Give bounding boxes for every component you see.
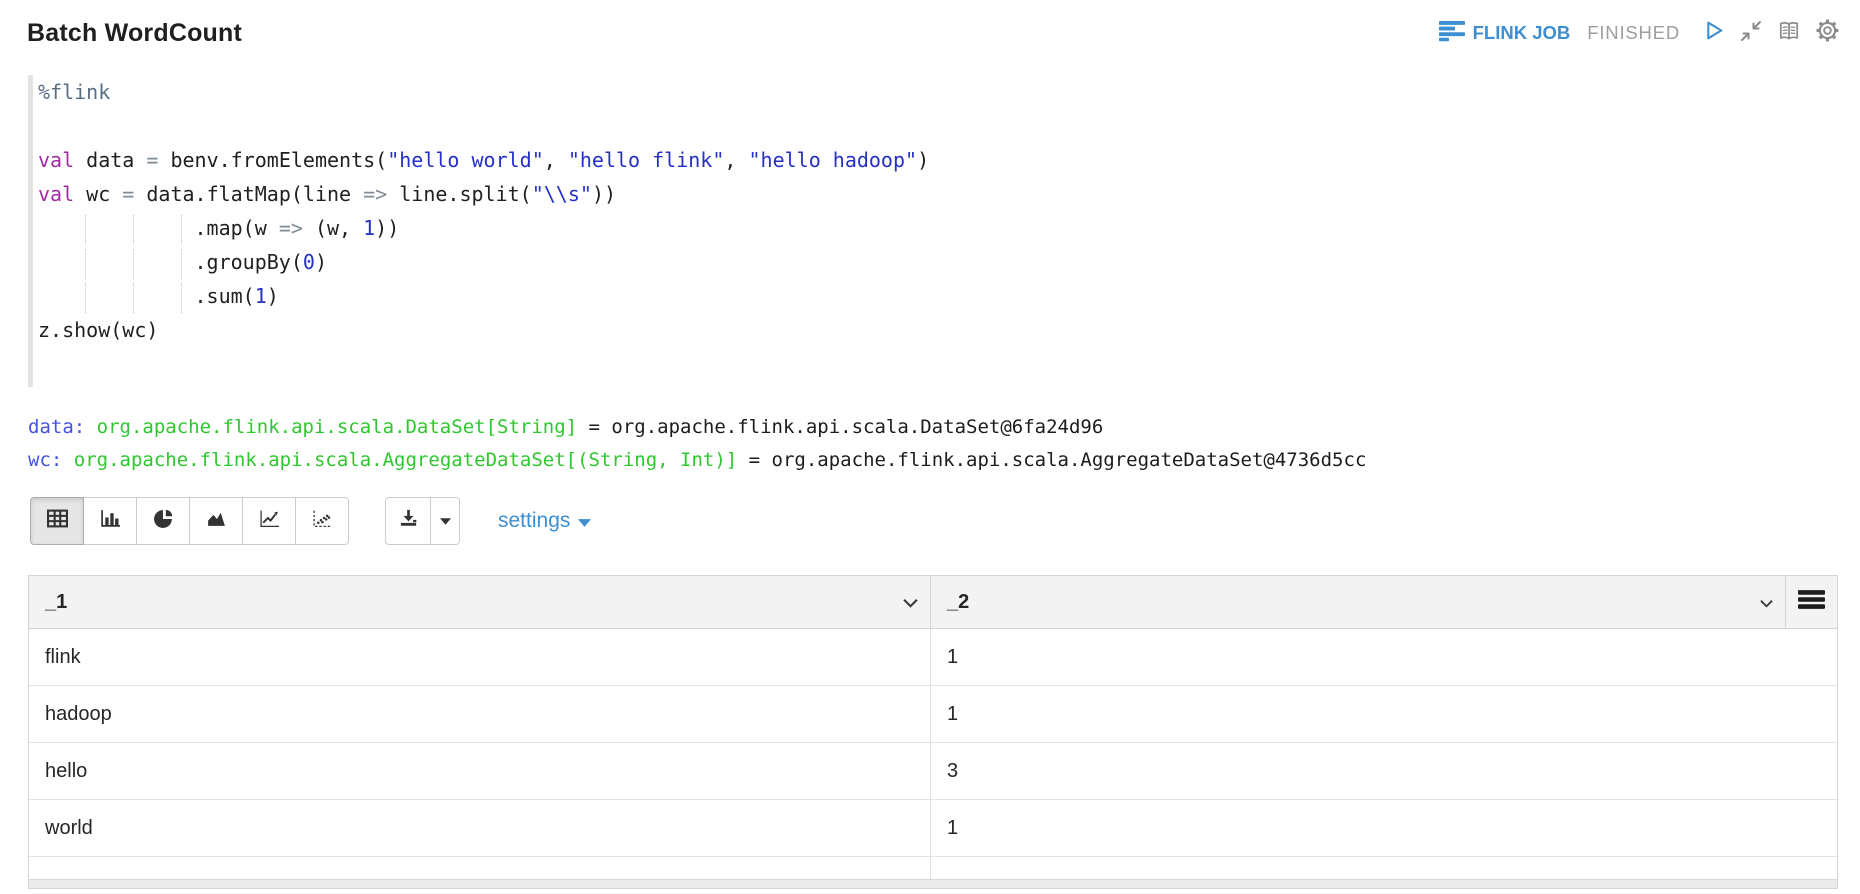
horizontal-scrollbar[interactable] bbox=[29, 879, 1837, 888]
download-icon bbox=[397, 507, 420, 535]
flink-job-icon bbox=[1439, 20, 1465, 47]
area-chart-button[interactable] bbox=[189, 497, 243, 545]
bar-chart-button[interactable] bbox=[83, 497, 137, 545]
settings-dropdown[interactable]: settings bbox=[498, 509, 591, 533]
gear-icon bbox=[1815, 18, 1840, 48]
paragraph-controls: FLINK JOB FINISHED bbox=[1439, 18, 1840, 48]
cell-count: 1 bbox=[931, 629, 1837, 685]
column-header-1[interactable]: _1 bbox=[29, 576, 931, 628]
area-chart-icon bbox=[206, 509, 227, 533]
bar-chart-icon bbox=[100, 509, 121, 533]
pie-chart-button[interactable] bbox=[136, 497, 190, 545]
caret-down-icon bbox=[578, 509, 591, 533]
flink-job-link[interactable]: FLINK JOB bbox=[1439, 20, 1571, 47]
table-icon bbox=[47, 509, 68, 533]
chart-type-toolbar: settings bbox=[30, 497, 1836, 545]
paragraph-settings-button[interactable] bbox=[1815, 18, 1840, 48]
result-table: _1 _2 flink1hadoop1hello3 bbox=[28, 575, 1838, 889]
download-group bbox=[385, 497, 460, 545]
settings-label: settings bbox=[498, 509, 570, 533]
flink-job-label: FLINK JOB bbox=[1473, 22, 1571, 44]
table-row: hadoop1 bbox=[29, 686, 1837, 743]
code-lines: %flink val data = benv.fromElements("hel… bbox=[38, 75, 1836, 347]
caret-down-icon bbox=[440, 512, 451, 530]
download-caret-button[interactable] bbox=[430, 497, 460, 545]
paragraph-header: Batch WordCount FLINK JOB FINISHED bbox=[0, 0, 1860, 48]
cell-count: 1 bbox=[931, 686, 1837, 742]
grid-menu-button[interactable] bbox=[1785, 576, 1837, 628]
column-header-2[interactable]: _2 bbox=[931, 576, 1785, 628]
job-status: FINISHED bbox=[1587, 22, 1680, 44]
page-title: Batch WordCount bbox=[27, 19, 242, 48]
chevron-down-icon[interactable] bbox=[903, 591, 918, 614]
cell-word: hello bbox=[29, 743, 931, 799]
table-body: flink1hadoop1hello3world1 bbox=[29, 629, 1837, 857]
book-icon bbox=[1776, 19, 1802, 48]
scatter-chart-icon bbox=[312, 509, 333, 533]
cell-count: 3 bbox=[931, 743, 1837, 799]
table-chart-button[interactable] bbox=[30, 497, 84, 545]
line-chart-icon bbox=[259, 509, 280, 533]
table-header: _1 _2 bbox=[29, 576, 1837, 629]
hamburger-icon bbox=[1798, 589, 1825, 616]
play-icon bbox=[1701, 18, 1726, 48]
cell-word: hadoop bbox=[29, 686, 931, 742]
collapse-button[interactable] bbox=[1739, 19, 1763, 48]
editor-left-strip bbox=[28, 75, 33, 387]
paragraph-output: data: org.apache.flink.api.scala.DataSet… bbox=[28, 411, 1836, 477]
table-row: hello3 bbox=[29, 743, 1837, 800]
table-row-empty bbox=[29, 857, 1837, 879]
pie-chart-icon bbox=[153, 509, 174, 533]
run-button[interactable] bbox=[1701, 18, 1726, 48]
table-row: world1 bbox=[29, 800, 1837, 857]
line-chart-button[interactable] bbox=[242, 497, 296, 545]
scatter-chart-button[interactable] bbox=[295, 497, 349, 545]
chart-type-group bbox=[30, 497, 349, 545]
editor-toggle-button[interactable] bbox=[1776, 19, 1802, 48]
code-editor[interactable]: %flink val data = benv.fromElements("hel… bbox=[28, 62, 1836, 387]
cell-word: flink bbox=[29, 629, 931, 685]
collapse-icon bbox=[1739, 19, 1763, 48]
chevron-down-icon[interactable] bbox=[1760, 591, 1773, 614]
cell-word: world bbox=[29, 800, 931, 856]
cell-count: 1 bbox=[931, 800, 1837, 856]
download-button[interactable] bbox=[385, 497, 431, 545]
table-row: flink1 bbox=[29, 629, 1837, 686]
